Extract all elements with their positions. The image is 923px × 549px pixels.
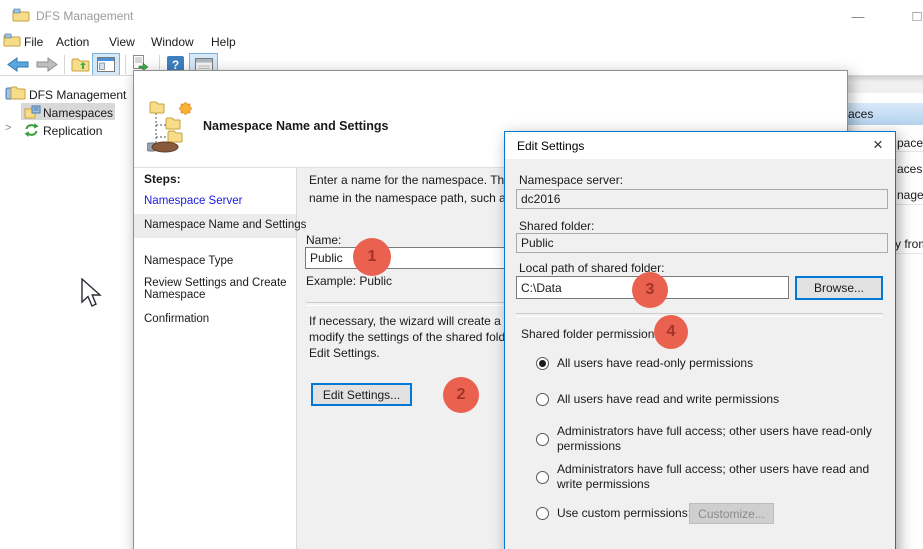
dialog-close-button[interactable]: × [866,133,890,157]
callout-4: 4 [654,315,688,349]
tree-item-dfs-management[interactable]: DFS Management [29,88,126,102]
forward-icon[interactable] [36,57,58,72]
note-line-1: If necessary, the wizard will create a s… [309,313,534,329]
step-review-settings: Review Settings and Create Namespace [144,277,289,301]
callout-1: 1 [353,238,391,276]
desktop: DFS Management — □ File Action View Wind… [0,0,923,549]
tree-item-namespaces[interactable]: Namespaces [43,106,113,120]
window-title: DFS Management [36,9,133,23]
shared-folder-label: Shared folder: [519,219,594,233]
intro-line-2: name in the namespace path, such as \\ [309,189,530,207]
steps-heading: Steps: [144,172,181,186]
toolbar-separator [64,55,65,74]
mouse-cursor [80,278,104,310]
intro-line-1: Enter a name for the namespace. This na [309,171,530,189]
shared-folder-input[interactable] [516,233,888,253]
shared-folder-permissions-label: Shared folder permissions: [521,327,664,341]
menu-window[interactable]: Window [147,33,198,51]
background-row-divider [894,253,923,254]
example-text: Example: Public [306,274,392,288]
namespace-server-label: Namespace server: [519,173,623,187]
edit-settings-dialog: Edit Settings × Namespace server: Shared… [504,131,896,549]
wizard-header-icon [147,97,197,153]
step-namespace-type: Namespace Type [144,255,289,267]
console-tree-icon [97,57,115,72]
step-namespace-name-and-settings: Namespace Name and Settings [144,219,289,231]
namespaces-icon [24,105,41,119]
app-icon [12,8,30,22]
wizard-page-heading: Namespace Name and Settings [203,119,389,133]
menu-view[interactable]: View [105,33,139,51]
toolbar-separator [125,55,126,74]
background-pane-header: aces [846,103,923,125]
menu-file[interactable]: File [20,33,47,51]
background-panel-strip [840,76,923,93]
menubar-app-icon [3,33,21,47]
tree-item-replication[interactable]: Replication [43,124,102,138]
background-pane-header-text: aces [846,107,873,121]
browse-button[interactable]: Browse... [795,276,883,300]
background-row-fragment: pace... [897,136,923,150]
radio-read-write-label[interactable]: All users have read and write permission… [557,392,779,407]
dialog-titlebar[interactable]: Edit Settings × [505,132,895,159]
edit-settings-button[interactable]: Edit Settings... [311,383,412,406]
namespace-server-input[interactable] [516,189,888,209]
radio-custom-permissions[interactable] [536,507,549,520]
show-hide-console-tree-button[interactable] [92,53,120,76]
name-label: Name: [306,233,341,247]
background-row-fragment: y from [895,237,923,251]
background-row-fragment: nagen [897,188,923,202]
customize-button: Customize... [689,503,774,524]
menu-help[interactable]: Help [207,33,240,51]
step-confirmation: Confirmation [144,313,289,325]
callout-2: 2 [443,377,479,413]
background-row-fragment: aces t [897,162,923,176]
window-maximize-button[interactable]: □ [902,4,923,28]
menu-action[interactable]: Action [52,33,93,51]
chevron-right-icon[interactable]: > [5,122,11,134]
radio-admin-full-others-read-label[interactable]: Administrators have full access; other u… [557,424,887,454]
up-folder-icon[interactable] [71,56,90,72]
dialog-divider [516,313,883,317]
back-icon[interactable] [7,57,29,72]
background-row-divider [894,204,923,205]
step-namespace-server[interactable]: Namespace Server [144,195,289,207]
background-row-divider [894,151,923,152]
radio-admin-full-others-read[interactable] [536,433,549,446]
window-minimize-button[interactable]: — [843,4,873,28]
wizard-note-text: If necessary, the wizard will create a s… [309,313,534,361]
wizard-steps-pane: Steps: Namespace Server Namespace Name a… [134,168,297,549]
radio-admin-full-others-read-write-label[interactable]: Administrators have full access; other u… [557,462,897,492]
callout-3: 3 [632,272,668,308]
radio-read-only[interactable] [536,357,549,370]
wizard-intro-text: Enter a name for the namespace. This na … [309,171,530,207]
radio-custom-permissions-label[interactable]: Use custom permissions: [557,506,691,521]
replication-icon [23,122,40,138]
note-line-2: modify the settings of the shared folder… [309,329,534,345]
radio-read-only-label[interactable]: All users have read-only permissions [557,356,753,371]
dialog-title: Edit Settings [517,139,584,153]
radio-read-write[interactable] [536,393,549,406]
radio-admin-full-others-read-write[interactable] [536,471,549,484]
note-line-3: Edit Settings. [309,345,534,361]
dfs-management-icon [5,85,26,101]
